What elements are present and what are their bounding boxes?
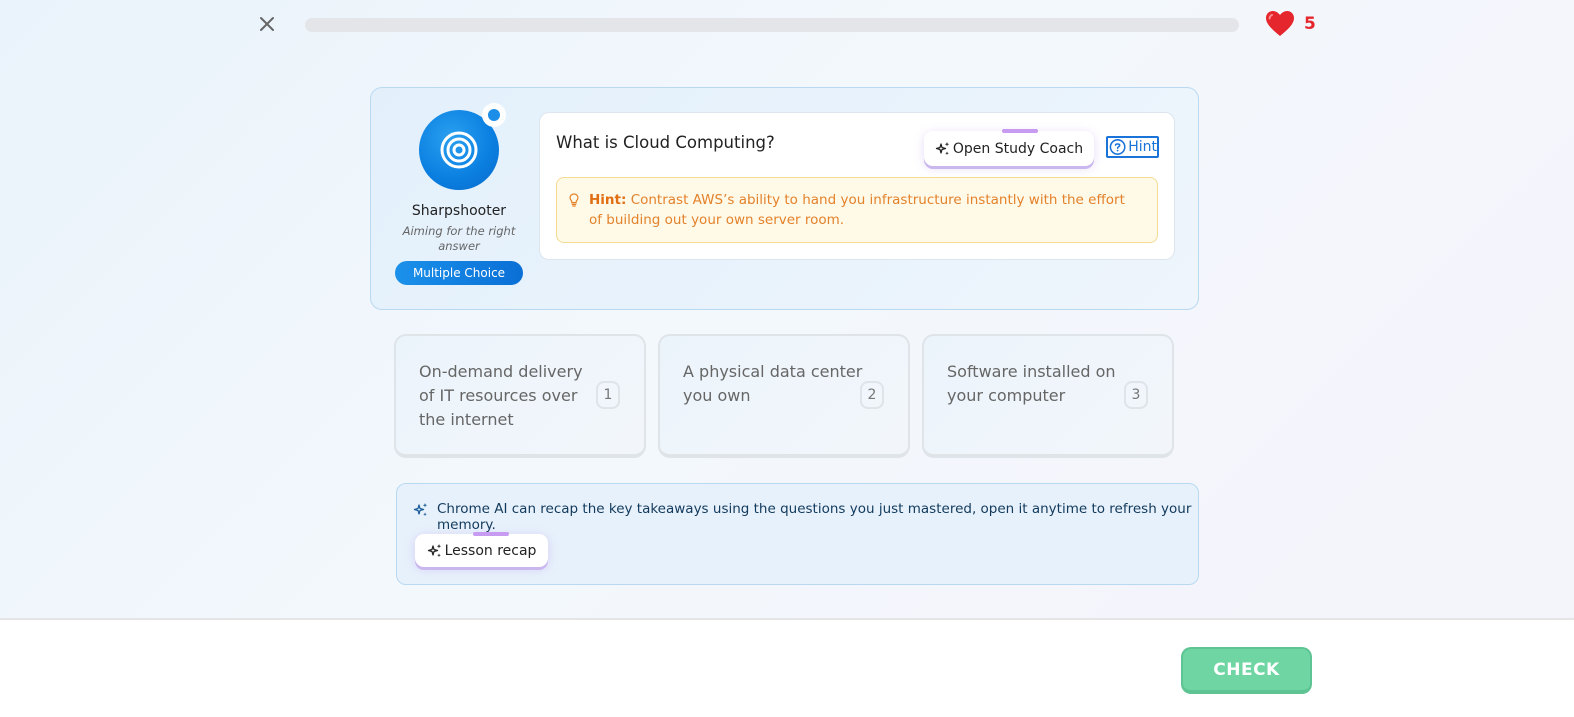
answer-option-2[interactable]: A physical data center you own 2 [658, 334, 910, 458]
lesson-progress-bar [305, 18, 1239, 32]
recap-description: Chrome AI can recap the key takeaways us… [437, 501, 1192, 533]
question-card: What is Cloud Computing? Open Study Coac… [539, 112, 1175, 260]
check-button[interactable]: CHECK [1181, 647, 1312, 694]
hint-prefix: Hint: [589, 192, 627, 208]
heart-icon [1266, 11, 1294, 36]
target-icon [440, 131, 478, 169]
question-text: What is Cloud Computing? [556, 133, 775, 152]
hint-text: Contrast AWS’s ability to hand you infra… [589, 192, 1125, 228]
sparkles-icon [935, 141, 950, 155]
answer-option-1[interactable]: On-demand delivery of IT resources over … [394, 334, 646, 458]
footer-bar: CHECK [0, 618, 1574, 717]
hint-box: Hint: Contrast AWS’s ability to hand you… [556, 177, 1158, 243]
answer-option-key: 1 [596, 381, 620, 409]
answer-option-3[interactable]: Software installed on your computer 3 [922, 334, 1174, 458]
close-icon [260, 17, 274, 31]
open-study-coach-button[interactable]: Open Study Coach [924, 129, 1094, 166]
close-button[interactable] [255, 12, 279, 36]
question-panel: Sharpshooter Aiming for the right answer… [370, 87, 1199, 310]
hearts-counter: 5 [1266, 11, 1316, 37]
open-study-coach-label: Open Study Coach [952, 140, 1084, 157]
answer-option-key: 3 [1124, 381, 1148, 409]
question-type-badge: Multiple Choice [395, 261, 523, 285]
answer-option-text: On-demand delivery of IT resources over … [419, 362, 583, 429]
sparkles-icon [427, 543, 441, 557]
lesson-recap-label: Lesson recap [444, 542, 537, 559]
lesson-recap-panel: Chrome AI can recap the key takeaways us… [396, 483, 1199, 585]
hint-button[interactable]: Hint [1106, 136, 1159, 158]
hint-button-label: Hint [1128, 139, 1157, 155]
answer-option-key: 2 [860, 381, 884, 409]
help-circle-icon [1109, 139, 1126, 155]
answer-option-text: A physical data center you own [683, 362, 863, 405]
lightbulb-icon [569, 193, 579, 207]
mascot-name: Sharpshooter [411, 203, 507, 219]
mascot-avatar [419, 103, 506, 190]
status-dot [482, 103, 506, 127]
mascot: Sharpshooter Aiming for the right answer… [393, 103, 525, 285]
mascot-tagline: Aiming for the right answer [402, 224, 516, 253]
answer-option-text: Software installed on your computer [947, 362, 1116, 405]
hearts-count: 5 [1304, 14, 1316, 34]
sparkles-icon [413, 503, 428, 517]
lesson-recap-button[interactable]: Lesson recap [415, 532, 548, 567]
